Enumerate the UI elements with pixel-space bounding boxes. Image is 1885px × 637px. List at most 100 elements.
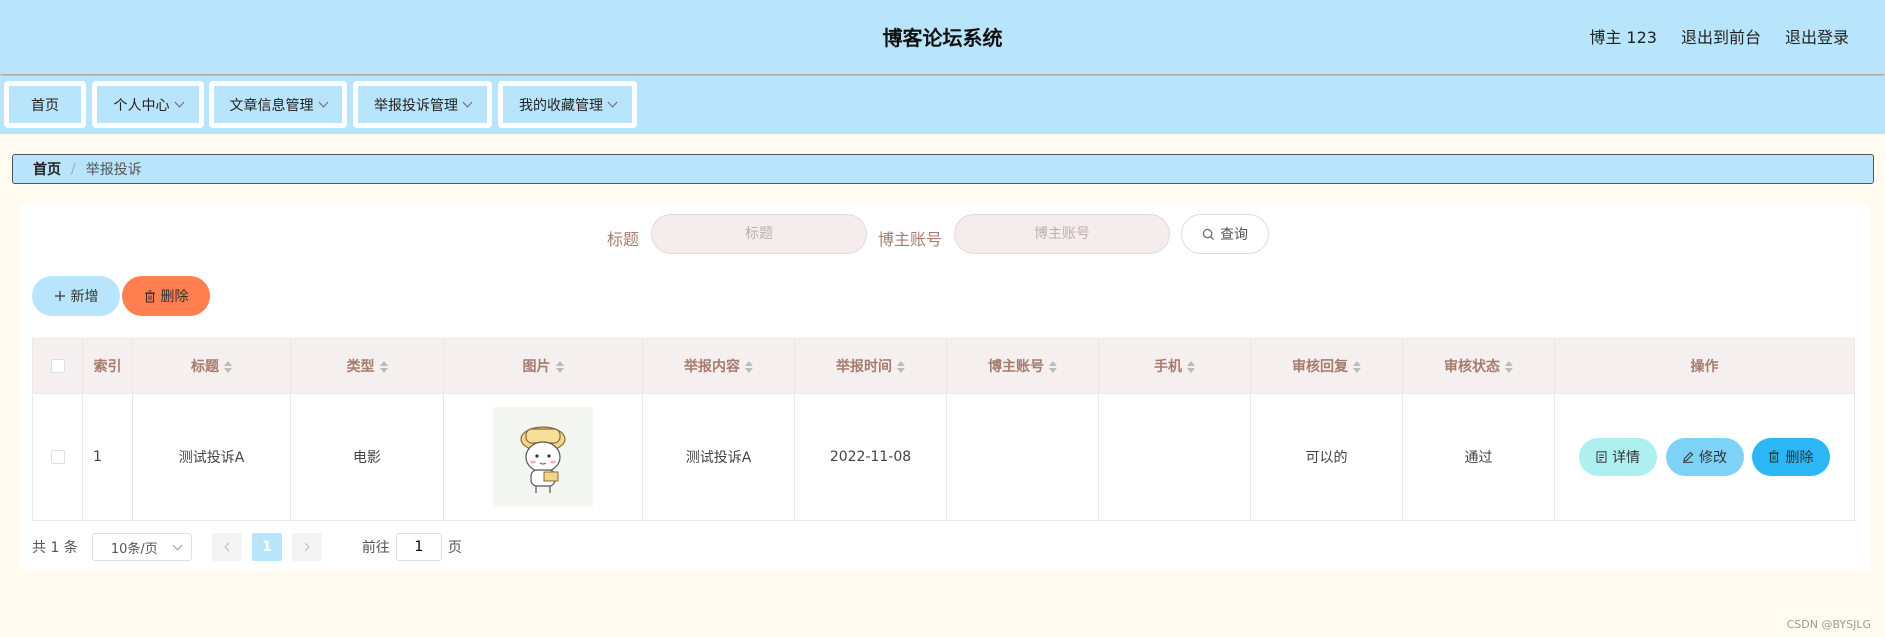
cell-phone xyxy=(1098,393,1251,521)
column-header-time[interactable]: 举报时间 xyxy=(794,338,947,394)
pagination: 共 1 条 10条/页 1 前往 页 xyxy=(32,532,462,562)
nav-item-label: 个人中心 xyxy=(113,97,170,114)
cell-time: 2022-11-08 xyxy=(794,393,947,521)
report-table: 索引 标题 类型 图片 举报内容 举报时间 博主账号 手机 审核回复 审核状态 … xyxy=(32,338,1855,521)
chevron-left-icon xyxy=(223,542,230,552)
goto-page-input[interactable] xyxy=(395,533,442,561)
breadcrumb-home[interactable]: 首页 xyxy=(33,159,61,179)
table-header-row: 索引 标题 类型 图片 举报内容 举报时间 博主账号 手机 审核回复 审核状态 … xyxy=(32,338,1855,394)
chevron-right-icon xyxy=(304,542,310,552)
nav-item-article-management[interactable]: 文章信息管理 xyxy=(209,81,347,128)
sort-icon[interactable] xyxy=(224,361,232,373)
total-count: 共 1 条 xyxy=(32,540,78,556)
title-search-label: 标题 xyxy=(607,230,640,249)
cell-type: 电影 xyxy=(290,393,444,521)
batch-delete-button[interactable]: 删除 xyxy=(122,276,210,316)
nav-item-home[interactable]: 首页 xyxy=(4,81,86,128)
exit-to-front-link[interactable]: 退出到前台 xyxy=(1681,24,1761,48)
row-checkbox[interactable] xyxy=(50,450,65,464)
row-delete-button-label: 删除 xyxy=(1785,449,1814,466)
nav-item-label: 文章信息管理 xyxy=(229,97,314,114)
breadcrumb: 首页 / 举报投诉 xyxy=(12,154,1874,184)
column-header-status[interactable]: 审核状态 xyxy=(1402,338,1555,394)
watermark: CSDN @BYSJLG xyxy=(1786,618,1871,631)
cell-index: 1 xyxy=(82,393,133,521)
select-all-checkbox[interactable] xyxy=(50,359,65,373)
detail-button[interactable]: 详情 xyxy=(1579,438,1658,477)
cell-title: 测试投诉A xyxy=(132,393,291,521)
pencil-icon xyxy=(1683,452,1694,464)
report-image[interactable] xyxy=(493,407,593,507)
nav-item-label: 举报投诉管理 xyxy=(374,97,458,114)
sort-icon[interactable] xyxy=(555,361,564,373)
trash-icon xyxy=(1769,450,1780,463)
logout-link[interactable]: 退出登录 xyxy=(1785,24,1849,48)
column-header-type[interactable]: 类型 xyxy=(290,338,444,394)
cell-operations: 详情 修改 删除 xyxy=(1554,393,1855,521)
document-icon xyxy=(1596,451,1607,463)
page-number-button[interactable]: 1 xyxy=(251,533,282,561)
sort-icon[interactable] xyxy=(1505,361,1513,373)
breadcrumb-separator: / xyxy=(71,161,76,177)
nav-item-favorites-management[interactable]: 我的收藏管理 xyxy=(498,81,637,128)
cell-content: 测试投诉A xyxy=(642,393,795,521)
page-size-value: 10条/页 xyxy=(110,541,158,557)
column-header-account[interactable]: 博主账号 xyxy=(946,338,1099,394)
chevron-down-icon xyxy=(462,97,473,108)
sort-icon[interactable] xyxy=(1049,361,1057,373)
chevron-down-icon xyxy=(318,97,328,108)
detail-button-label: 详情 xyxy=(1612,450,1641,467)
add-button-label: 新增 xyxy=(70,289,99,305)
sort-icon[interactable] xyxy=(1187,361,1195,373)
prev-page-button[interactable] xyxy=(211,533,242,561)
query-button[interactable]: 查询 xyxy=(1181,214,1269,254)
select-all-cell[interactable] xyxy=(32,338,83,394)
column-header-title[interactable]: 标题 xyxy=(132,338,291,394)
nav-item-report-management[interactable]: 举报投诉管理 xyxy=(353,81,492,128)
goto-prefix: 前往 xyxy=(361,540,390,556)
chevron-down-icon xyxy=(172,540,183,551)
account-search-label: 博主账号 xyxy=(878,230,943,249)
cell-status: 通过 xyxy=(1402,393,1555,521)
sort-icon[interactable] xyxy=(745,361,753,373)
column-header-reply[interactable]: 审核回复 xyxy=(1250,338,1403,394)
row-delete-button[interactable]: 删除 xyxy=(1751,437,1830,476)
column-header-index: 索引 xyxy=(82,338,133,394)
page-size-select[interactable]: 10条/页 xyxy=(91,533,192,561)
column-header-content[interactable]: 举报内容 xyxy=(642,338,795,394)
goto-suffix: 页 xyxy=(447,540,462,556)
current-user: 博主 123 xyxy=(1589,28,1657,47)
top-header: 博客论坛系统 博主 123 退出到前台 退出登录 xyxy=(0,0,1885,74)
trash-icon xyxy=(144,289,155,303)
account-search-input[interactable] xyxy=(954,214,1170,254)
nav-item-label: 我的收藏管理 xyxy=(519,97,603,114)
header-user-area: 博主 123 退出到前台 退出登录 xyxy=(1589,24,1849,48)
sort-icon[interactable] xyxy=(1353,361,1361,373)
row-select-cell[interactable] xyxy=(32,393,83,521)
edit-button-label: 修改 xyxy=(1699,450,1727,467)
title-search-input[interactable] xyxy=(651,214,867,254)
chevron-down-icon xyxy=(607,97,618,108)
breadcrumb-current: 举报投诉 xyxy=(85,162,142,178)
add-button[interactable]: 新增 xyxy=(32,276,120,316)
cell-image xyxy=(443,393,643,521)
cell-reply: 可以的 xyxy=(1250,393,1403,521)
query-button-label: 查询 xyxy=(1220,227,1248,243)
search-icon xyxy=(1202,228,1215,240)
main-nav: 首页 个人中心 文章信息管理 举报投诉管理 我的收藏管理 xyxy=(0,76,1885,134)
sort-icon[interactable] xyxy=(897,361,905,373)
sort-icon[interactable] xyxy=(379,361,388,373)
column-header-operations: 操作 xyxy=(1554,338,1855,394)
chevron-down-icon xyxy=(174,97,184,108)
column-header-phone[interactable]: 手机 xyxy=(1098,338,1251,394)
plus-icon xyxy=(54,291,65,301)
edit-button[interactable]: 修改 xyxy=(1665,438,1744,477)
next-page-button[interactable] xyxy=(291,533,322,561)
column-header-image[interactable]: 图片 xyxy=(443,338,643,394)
content-panel: 标题 博主账号 查询 新增 删除 索引 标题 类型 图片 举报内容 举报时间 博… xyxy=(20,204,1869,570)
nav-item-label: 首页 xyxy=(31,97,59,114)
nav-item-personal-center[interactable]: 个人中心 xyxy=(92,81,204,128)
batch-delete-button-label: 删除 xyxy=(160,289,189,305)
cartoon-character-image xyxy=(520,426,566,493)
cell-account xyxy=(946,393,1099,521)
